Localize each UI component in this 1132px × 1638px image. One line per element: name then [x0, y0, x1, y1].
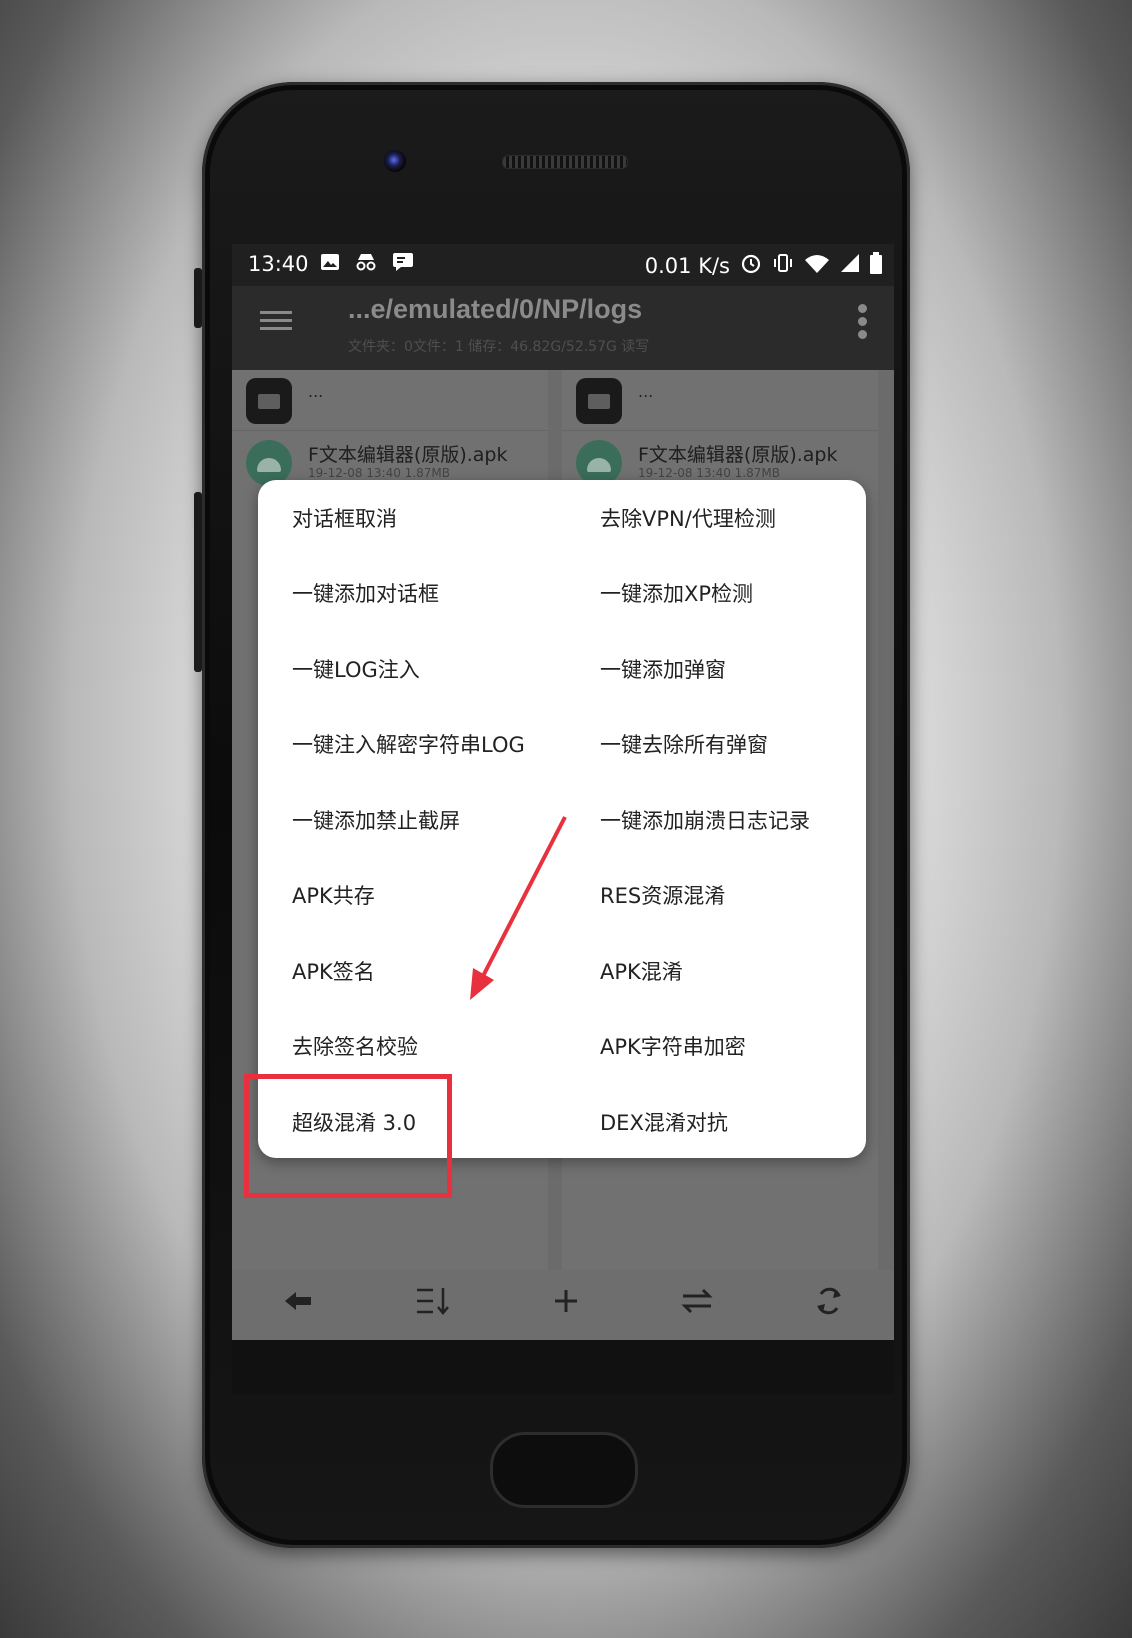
earpiece-speaker [502, 155, 628, 169]
front-camera [384, 150, 406, 172]
parent-folder-label: ... [308, 382, 324, 401]
menu-item[interactable]: 一键添加对话框 [258, 556, 562, 632]
highlight-box [244, 1074, 452, 1198]
signal-icon [840, 253, 860, 278]
file-meta: 19-12-08 13:40 1.87MB [308, 466, 450, 480]
volume-key [194, 492, 202, 672]
storage-info: 文件夹：0文件：1 储存：46.82G/52.57G 读写 [348, 339, 650, 355]
menu-item[interactable]: 一键注入解密字符串LOG [258, 707, 562, 783]
battery-icon [870, 252, 882, 279]
sort-icon[interactable] [413, 1284, 453, 1327]
menu-item[interactable]: 一键添加XP检测 [562, 556, 866, 632]
menu-item[interactable]: APK混淆 [562, 933, 866, 1009]
alarm-icon [740, 252, 762, 279]
overflow-menu-icon[interactable] [858, 300, 868, 343]
menu-item[interactable]: APK字符串加密 [562, 1009, 866, 1085]
menu-item[interactable]: RES资源混淆 [562, 858, 866, 934]
message-icon [392, 252, 414, 277]
vibrate-icon [772, 252, 794, 279]
menu-item[interactable]: 对话框取消 [258, 480, 562, 556]
parent-folder-label: ... [638, 382, 654, 401]
file-meta: 19-12-08 13:40 1.87MB [638, 466, 780, 480]
incognito-icon [354, 252, 378, 277]
tools-dialog: 对话框取消 去除VPN/代理检测 一键添加对话框 一键添加XP检测 一键LOG注… [258, 480, 866, 1158]
image-icon [320, 252, 340, 277]
bottom-toolbar [232, 1270, 894, 1340]
status-time: 13:40 [248, 252, 309, 276]
refresh-icon[interactable] [813, 1284, 845, 1327]
dialog-grid: 对话框取消 去除VPN/代理检测 一键添加对话框 一键添加XP检测 一键LOG注… [258, 480, 866, 1158]
net-speed: 0.01 K/s [644, 253, 730, 278]
plus-icon[interactable] [551, 1285, 581, 1325]
home-button[interactable] [490, 1432, 638, 1508]
folder-icon [246, 378, 292, 424]
menu-item[interactable]: 去除VPN/代理检测 [562, 480, 866, 556]
menu-item[interactable]: 一键LOG注入 [258, 631, 562, 707]
phone-chin [232, 1340, 894, 1394]
menu-item[interactable]: 一键添加弹窗 [562, 631, 866, 707]
parent-folder-row[interactable]: ... [232, 370, 548, 431]
menu-item[interactable]: 一键添加崩溃日志记录 [562, 782, 866, 858]
menu-item[interactable]: APK签名 [258, 933, 562, 1009]
parent-folder-row[interactable]: ... [562, 370, 878, 431]
menu-item[interactable]: 一键添加禁止截屏 [258, 782, 562, 858]
menu-item[interactable]: 去除签名校验 [258, 1009, 562, 1085]
hamburger-menu-icon[interactable] [260, 306, 292, 338]
alert-slider [194, 268, 202, 328]
current-path: ...e/emulated/0/NP/logs [348, 294, 643, 324]
folder-icon [576, 378, 622, 424]
file-name[interactable]: F文本编辑器(原版).apk [308, 440, 508, 467]
menu-item[interactable]: 一键去除所有弹窗 [562, 707, 866, 783]
wifi-icon [804, 252, 830, 279]
status-bar: 13:40 0.01 K/s [232, 244, 894, 286]
menu-item[interactable]: APK共存 [258, 858, 562, 934]
back-arrow-icon[interactable] [281, 1285, 315, 1325]
app-bar: ...e/emulated/0/NP/logs 文件夹：0文件：1 储存：46.… [232, 286, 894, 370]
swap-icon[interactable] [679, 1285, 715, 1325]
menu-item[interactable]: DEX混淆对抗 [562, 1084, 866, 1160]
file-name[interactable]: F文本编辑器(原版).apk [638, 440, 838, 467]
